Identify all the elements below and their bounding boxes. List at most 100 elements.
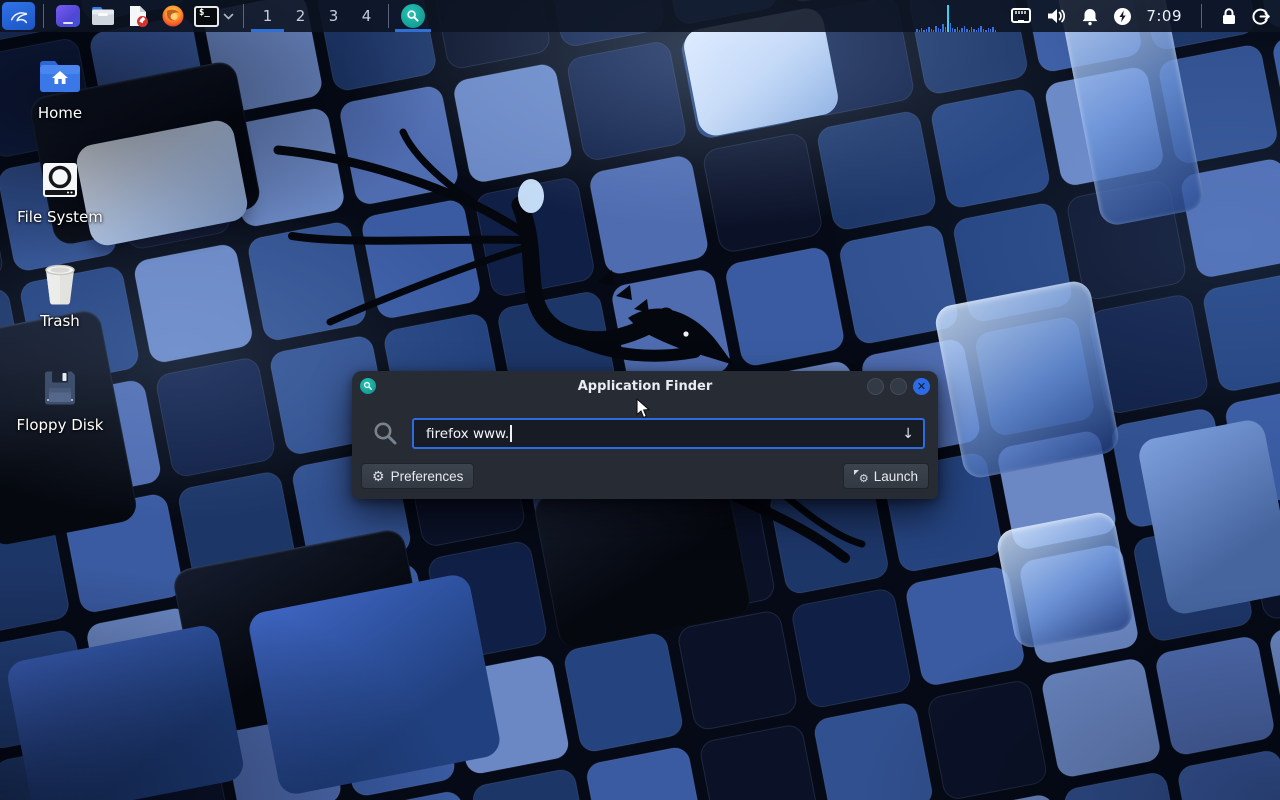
desktop-icon-file-system[interactable]: File System — [12, 154, 108, 258]
cpu-graph-bar — [992, 27, 993, 32]
gear-icon: ⚙ — [372, 469, 385, 483]
cpu-graph-bar — [964, 26, 965, 32]
firefox-launcher[interactable] — [160, 3, 186, 29]
cpu-graph-bar — [971, 27, 972, 32]
kali-menu-button[interactable] — [2, 2, 35, 30]
cpu-graph-bar — [983, 29, 984, 32]
lock-screen-icon[interactable] — [1221, 7, 1237, 25]
cpu-graph-bar — [978, 28, 979, 32]
cpu-graph-bar — [923, 30, 924, 32]
search-icon — [372, 420, 399, 447]
kali-logo-icon — [8, 5, 30, 27]
terminal-app-icon — [56, 5, 80, 27]
cpu-graph[interactable] — [916, 5, 996, 32]
desktop-root: $_ 1 2 3 4 — [0, 0, 1280, 800]
file-manager-icon — [90, 5, 116, 27]
search-input[interactable]: firefox www. ↓ — [412, 418, 925, 449]
cpu-graph-bar — [931, 29, 932, 32]
home-folder-icon — [37, 50, 83, 102]
desktop-icon-floppy-disk[interactable]: Floppy Disk — [12, 362, 108, 466]
cpu-graph-bar — [947, 5, 948, 32]
cpu-graph-bar — [916, 29, 917, 32]
workspace-switcher: 1 2 3 4 — [251, 0, 383, 32]
taskbar-application-finder[interactable] — [394, 0, 432, 32]
cpu-graph-bar — [985, 30, 986, 32]
close-button[interactable]: ✕ — [913, 378, 930, 395]
panel-tray: 7:09 — [916, 0, 1280, 32]
cpu-graph-bar — [995, 30, 996, 32]
desktop-icon-label: Floppy Disk — [17, 416, 104, 434]
text-editor-icon — [126, 4, 150, 28]
launch-icon: ⚙ — [854, 469, 868, 483]
panel-separator — [43, 4, 44, 28]
firefox-icon — [161, 4, 185, 28]
desktop-icon-home[interactable]: Home — [12, 50, 108, 154]
terminal-dropdown-launcher[interactable]: $_ — [194, 6, 234, 27]
desktop-icon-trash[interactable]: Trash — [12, 258, 108, 362]
window-title: Application Finder — [352, 379, 938, 394]
cpu-graph-bar — [954, 29, 955, 32]
minimize-button[interactable] — [867, 378, 884, 395]
cpu-graph-bar — [952, 28, 953, 32]
panel-separator — [388, 4, 389, 28]
search-input-value: firefox www. — [426, 426, 509, 442]
panel-separator — [1201, 4, 1202, 28]
maximize-button[interactable] — [890, 378, 907, 395]
desktop-icon-label: Home — [38, 104, 82, 122]
logout-icon[interactable] — [1251, 7, 1270, 26]
launch-button[interactable]: ⚙ Launch — [843, 463, 929, 489]
desktop-icon-label: File System — [17, 208, 103, 226]
arrow-down-icon[interactable]: ↓ — [902, 426, 914, 442]
panel-separator — [243, 4, 244, 28]
cpu-graph-bar — [919, 30, 920, 32]
launch-label: Launch — [874, 469, 918, 484]
volume-icon[interactable] — [1046, 7, 1067, 25]
cpu-graph-bar — [935, 26, 936, 32]
cpu-graph-bar — [938, 28, 939, 32]
cpu-graph-bar — [945, 27, 946, 32]
cpu-graph-bar — [976, 30, 977, 32]
preferences-button[interactable]: ⚙ Preferences — [361, 463, 474, 489]
trash-bin-icon — [40, 258, 80, 310]
cpu-graph-bar — [940, 29, 941, 32]
application-finder-icon — [401, 4, 425, 28]
cpu-graph-bar — [921, 28, 922, 32]
terminal-app-launcher[interactable] — [55, 3, 81, 29]
workspace-4[interactable]: 4 — [350, 0, 383, 32]
top-panel: $_ 1 2 3 4 — [0, 0, 1280, 32]
text-editor-launcher[interactable] — [125, 3, 151, 29]
cpu-graph-bar — [966, 29, 967, 32]
preferences-label: Preferences — [391, 469, 464, 484]
wallpaper-cube — [933, 279, 1121, 481]
power-manager-icon[interactable] — [1113, 7, 1132, 26]
window-buttons: ✕ — [867, 378, 930, 395]
file-manager-launcher[interactable] — [90, 3, 116, 29]
chevron-down-icon[interactable] — [223, 13, 234, 20]
workspace-3[interactable]: 3 — [317, 0, 350, 32]
workspace-4-label: 4 — [362, 7, 372, 25]
cpu-graph-bar — [961, 28, 962, 32]
cpu-graph-bar — [928, 27, 929, 32]
hard-drive-icon — [41, 154, 79, 206]
workspace-2[interactable]: 2 — [284, 0, 317, 32]
application-finder-icon — [360, 378, 376, 394]
cpu-graph-bar — [980, 26, 981, 32]
notification-bell-icon[interactable] — [1081, 7, 1099, 26]
cpu-graph-bar — [973, 29, 974, 32]
titlebar[interactable]: Application Finder ✕ — [352, 371, 938, 401]
workspace-1[interactable]: 1 — [251, 0, 284, 32]
network-wired-icon[interactable] — [1010, 7, 1032, 25]
desktop-icon-label: Trash — [40, 312, 80, 330]
wallpaper-cube — [995, 510, 1136, 651]
cpu-graph-bar — [990, 29, 991, 32]
terminal-icon: $_ — [194, 6, 219, 27]
application-finder-window: Application Finder ✕ firefox www. ↓ ⚙ Pr… — [352, 371, 938, 499]
clock[interactable]: 7:09 — [1146, 7, 1182, 25]
cpu-graph-bar — [969, 30, 970, 32]
search-row: firefox www. ↓ — [352, 401, 938, 449]
text-caret — [510, 425, 512, 442]
workspace-3-label: 3 — [329, 7, 339, 25]
panel-launchers — [55, 3, 186, 29]
button-row: ⚙ Preferences ⚙ Launch — [361, 463, 929, 489]
cpu-graph-bar — [933, 30, 934, 32]
